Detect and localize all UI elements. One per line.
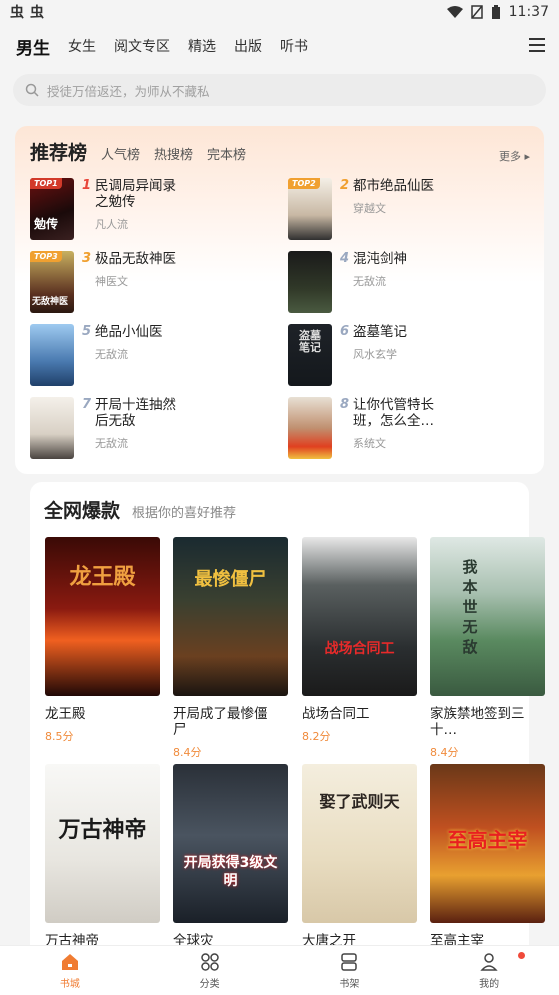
menu-icon[interactable] xyxy=(529,38,545,52)
book-title: 混沌剑神 xyxy=(353,251,407,267)
nav-mine[interactable]: 我的 xyxy=(419,946,559,995)
book-title: 让你代管特长班，怎么全… xyxy=(353,397,434,429)
book-cover: 龙王殿 xyxy=(45,537,160,696)
book-genre: 神医文 xyxy=(95,275,128,288)
tab-featured[interactable]: 精选 xyxy=(188,36,216,56)
book-genre: 凡人流 xyxy=(95,218,128,231)
ranking-item[interactable]: 8 让你代管特长班，怎么全… 系统文 xyxy=(288,397,528,461)
user-icon xyxy=(480,952,498,971)
tab-male[interactable]: 男生 xyxy=(16,34,50,59)
book-genre: 无敌流 xyxy=(353,275,386,288)
book-cover: TOP2 xyxy=(288,178,332,240)
book-item[interactable]: 万古神帝 万古神帝 xyxy=(45,764,160,949)
ranking-item[interactable]: 盗墓笔记 6 盗墓笔记 风水玄学 xyxy=(288,324,528,388)
book-title: 极品无敌神医 xyxy=(95,251,176,267)
book-cover: TOP1 勉传 xyxy=(30,178,74,240)
book-item[interactable]: 娶了武则天 大唐之开 xyxy=(302,764,417,949)
book-cover: 盗墓笔记 xyxy=(288,324,332,386)
tab-audio[interactable]: 听书 xyxy=(280,36,308,56)
book-genre: 无敌流 xyxy=(95,348,128,361)
notification-icon: 虫 xyxy=(10,5,24,21)
ranking-item[interactable]: TOP3 无敌神医 3 极品无敌神医 神医文 xyxy=(30,251,270,315)
book-title: 都市绝品仙医 xyxy=(353,178,434,194)
book-title: 战场合同工 xyxy=(302,706,370,722)
book-genre: 无敌流 xyxy=(95,437,128,450)
bottom-nav: 书城 分类 书架 我的 xyxy=(0,945,559,995)
notification-icon: 虫 xyxy=(30,5,44,21)
ranking-item[interactable]: TOP2 2 都市绝品仙医 穿越文 xyxy=(288,178,528,242)
ranking-item[interactable]: 5 绝品小仙医 无敌流 xyxy=(30,324,270,388)
tab-hot-search[interactable]: 热搜榜 xyxy=(154,144,193,163)
tab-yuewen[interactable]: 阅文专区 xyxy=(114,36,170,56)
search-bar[interactable]: 授徒万倍返还，为师从不藏私 xyxy=(13,74,546,106)
status-bar: 虫 虫 11:37 xyxy=(0,0,559,24)
book-title: 民调局异闻录之勉传 xyxy=(95,178,176,210)
nav-bookstore[interactable]: 书城 xyxy=(0,946,140,995)
book-genre: 穿越文 xyxy=(353,202,386,215)
hot-subtitle: 根据你的喜好推荐 xyxy=(132,506,237,521)
book-cover xyxy=(288,251,332,313)
notification-dot xyxy=(518,952,525,959)
tab-popular[interactable]: 人气榜 xyxy=(101,144,140,163)
home-icon xyxy=(61,953,78,970)
book-item[interactable]: 开局获得3级文明 全球灾 xyxy=(173,764,288,949)
book-title: 龙王殿 xyxy=(45,706,86,722)
book-item[interactable]: 战场合同工 战场合同工 8.2分 xyxy=(302,537,417,744)
hot-title: 全网爆款 xyxy=(44,500,121,522)
top-nav: 男生 女生 阅文专区 精选 出版 听书 xyxy=(0,24,559,68)
ranking-item[interactable]: 4 混沌剑神 无敌流 xyxy=(288,251,528,315)
ranking-title: 推荐榜 xyxy=(30,142,88,164)
book-cover xyxy=(30,324,74,386)
hot-card: 全网爆款 根据你的喜好推荐 龙王殿 龙王殿 8.5分 最惨僵尸 开局成了最惨僵尸… xyxy=(30,482,545,995)
book-cover xyxy=(30,397,74,459)
book-genre: 系统文 xyxy=(353,437,386,450)
nav-bookshelf[interactable]: 书架 xyxy=(280,946,420,995)
wifi-icon xyxy=(446,6,463,18)
book-score: 8.4分 xyxy=(430,746,459,759)
tab-publish[interactable]: 出版 xyxy=(234,36,262,56)
ranking-card: 推荐榜 人气榜 热搜榜 完本榜 更多 ▸ TOP1 勉传 1 民调局异闻录之勉传 … xyxy=(15,126,544,474)
book-title: 开局十连抽然后无敌 xyxy=(95,397,176,429)
tab-completed[interactable]: 完本榜 xyxy=(207,144,246,163)
book-genre: 风水玄学 xyxy=(353,348,397,361)
book-title: 盗墓笔记 xyxy=(353,324,407,340)
battery-icon xyxy=(491,4,500,19)
book-item[interactable]: 最惨僵尸 开局成了最惨僵尸 8.4分 xyxy=(173,537,288,760)
book-cover: 娶了武则天 xyxy=(302,764,417,923)
book-score: 8.2分 xyxy=(302,730,331,743)
more-link[interactable]: 更多 ▸ xyxy=(499,148,530,164)
book-cover: 至高主宰 xyxy=(430,764,545,923)
category-icon xyxy=(200,952,219,971)
clock: 11:37 xyxy=(508,4,549,20)
ranking-item[interactable]: 7 开局十连抽然后无敌 无敌流 xyxy=(30,397,270,461)
book-item[interactable]: 龙王殿 龙王殿 8.5分 xyxy=(45,537,160,744)
book-cover: 战场合同工 xyxy=(302,537,417,696)
book-item[interactable]: 我本世无敌 家族禁地签到三十… 8.4分 xyxy=(430,537,545,760)
book-title: 家族禁地签到三十… xyxy=(430,706,525,738)
book-title: 开局成了最惨僵尸 xyxy=(173,706,268,738)
nav-category[interactable]: 分类 xyxy=(140,946,280,995)
bookshelf-icon xyxy=(341,952,358,971)
search-icon xyxy=(25,83,39,97)
book-cover: 万古神帝 xyxy=(45,764,160,923)
book-cover xyxy=(288,397,332,459)
book-score: 8.5分 xyxy=(45,730,74,743)
book-cover: 最惨僵尸 xyxy=(173,537,288,696)
tab-female[interactable]: 女生 xyxy=(68,36,96,56)
book-title: 绝品小仙医 xyxy=(95,324,163,340)
book-item[interactable]: 至高主宰 至高主宰 xyxy=(430,764,545,949)
sim-icon xyxy=(470,5,483,19)
book-cover: TOP3 无敌神医 xyxy=(30,251,74,313)
ranking-item[interactable]: TOP1 勉传 1 民调局异闻录之勉传 凡人流 xyxy=(30,178,270,242)
search-placeholder: 授徒万倍返还，为师从不藏私 xyxy=(47,83,210,99)
book-cover: 我本世无敌 xyxy=(430,537,545,696)
book-cover: 开局获得3级文明 xyxy=(173,764,288,923)
book-score: 8.4分 xyxy=(173,746,202,759)
